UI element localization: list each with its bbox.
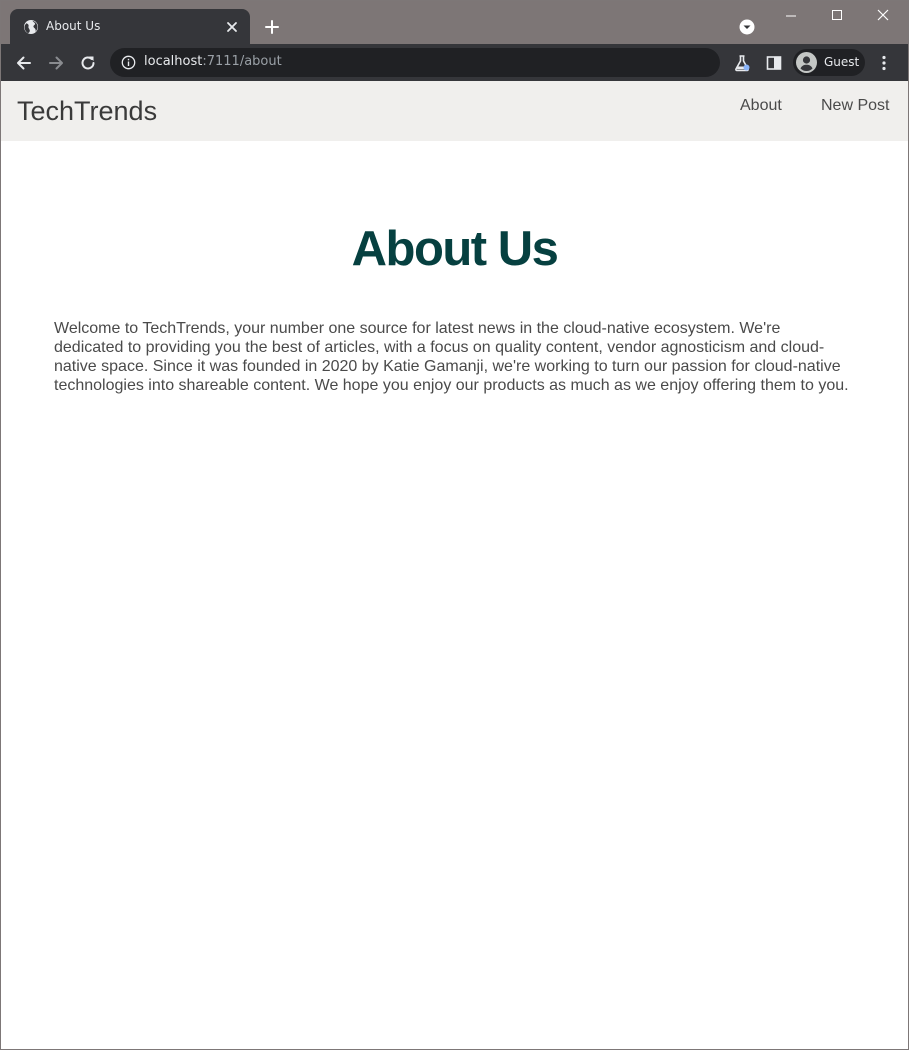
reload-icon[interactable] — [78, 53, 98, 73]
plus-icon[interactable] — [263, 18, 281, 36]
forward-arrow-icon[interactable] — [46, 53, 66, 73]
maximize-icon[interactable] — [827, 7, 847, 25]
page-title: About Us — [351, 222, 559, 276]
window-close-icon[interactable] — [873, 7, 893, 25]
browser-tab-about[interactable]: About Us — [10, 9, 250, 44]
avatar-icon — [796, 52, 817, 73]
flask-icon[interactable] — [732, 53, 752, 73]
profile-button[interactable]: Guest — [793, 49, 865, 76]
kebab-menu-icon[interactable] — [874, 53, 894, 73]
info-icon[interactable] — [121, 55, 136, 70]
nav-link-new-post[interactable]: New Post — [821, 97, 889, 115]
globe-icon — [24, 20, 38, 34]
url-path: :7111/about — [202, 54, 282, 69]
browser-titlebar: About Us — [1, 1, 908, 44]
brand-link[interactable]: TechTrends — [17, 96, 157, 127]
close-icon[interactable] — [224, 19, 240, 35]
profile-label: Guest — [824, 55, 860, 69]
about-paragraph: Welcome to TechTrends, your number one s… — [54, 320, 849, 394]
nav-link-about[interactable]: About — [740, 97, 782, 115]
browser-toolbar: localhost:7111/about Guest — [1, 44, 908, 81]
address-bar[interactable]: localhost:7111/about — [110, 48, 720, 77]
url-text[interactable]: localhost:7111/about — [144, 54, 282, 69]
side-panel-icon[interactable] — [764, 53, 784, 73]
browser-window: About Us localhost:7111/about Guest Tech… — [0, 0, 909, 1050]
minimize-icon[interactable] — [781, 7, 801, 25]
back-arrow-icon[interactable] — [14, 53, 34, 73]
chevron-down-circle-icon[interactable] — [738, 18, 756, 36]
tab-title: About Us — [46, 19, 101, 33]
url-host: localhost — [144, 54, 203, 69]
site-navbar: TechTrends About New Post — [1, 81, 908, 141]
